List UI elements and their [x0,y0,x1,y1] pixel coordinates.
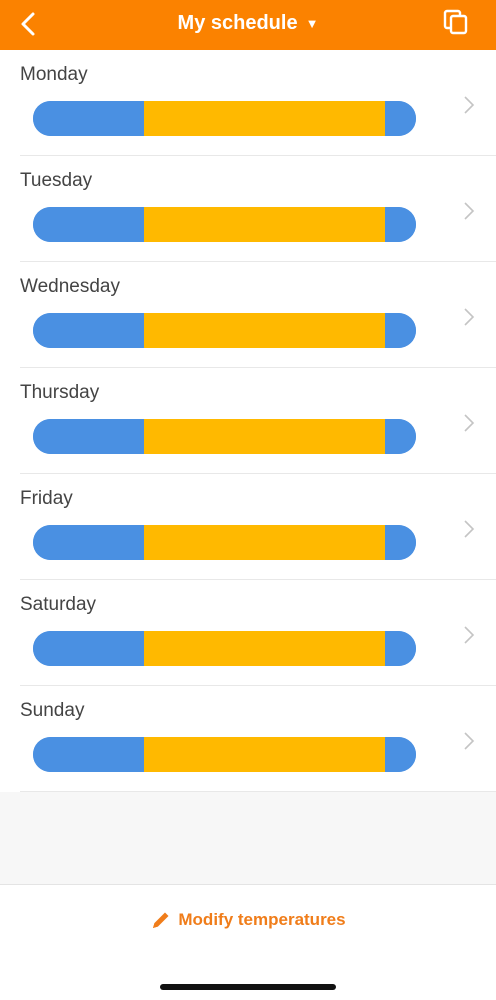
row-divider [20,791,496,792]
schedule-segment-warm [144,419,386,454]
day-row[interactable]: Wednesday [0,262,496,368]
pencil-icon [153,912,169,928]
schedule-bar [33,207,416,242]
chevron-right-icon [464,626,475,644]
schedule-bar [33,313,416,348]
schedule-segment-warm [144,525,386,560]
schedule-segment-cold [385,419,416,454]
day-name: Monday [20,64,88,85]
modify-temperatures-button[interactable]: Modify temperatures [0,903,496,937]
schedule-selector[interactable]: My schedule ▼ [0,0,496,46]
day-row[interactable]: Saturday [0,580,496,686]
day-name: Friday [20,488,73,509]
schedule-bar [33,737,416,772]
schedule-bar [33,101,416,136]
day-name: Tuesday [20,170,93,191]
modify-temperatures-label: Modify temperatures [178,910,346,929]
day-name: Wednesday [20,276,120,297]
chevron-right-icon [464,520,475,538]
schedule-segment-warm [144,737,386,772]
day-row[interactable]: Monday [0,50,496,156]
day-name: Thursday [20,382,100,403]
copy-icon[interactable] [442,8,470,36]
day-list: Monday Tuesday Wednesday Thursday Friday Satu… [0,50,496,792]
day-row[interactable]: Friday [0,474,496,580]
schedule-segment-cold [385,207,416,242]
schedule-segment-cold [33,207,145,242]
page-title: My schedule [177,11,298,34]
chevron-right-icon [464,202,475,220]
app-header: My schedule ▼ [0,0,496,50]
day-row[interactable]: Sunday [0,686,496,792]
day-row[interactable]: Thursday [0,368,496,474]
schedule-segment-cold [33,313,145,348]
schedule-segment-cold [385,631,416,666]
schedule-segment-cold [385,737,416,772]
schedule-bar [33,419,416,454]
footer-bar: Modify temperatures [0,884,496,1000]
chevron-right-icon [464,308,475,326]
chevron-right-icon [464,414,475,432]
schedule-segment-cold [33,737,145,772]
schedule-bar [33,631,416,666]
schedule-segment-warm [144,101,386,136]
day-name: Saturday [20,594,97,615]
chevron-right-icon [464,732,475,750]
schedule-segment-warm [144,631,386,666]
schedule-bar [33,525,416,560]
chevron-right-icon [464,96,475,114]
schedule-segment-warm [144,313,386,348]
schedule-segment-cold [33,525,145,560]
schedule-segment-cold [385,101,416,136]
home-indicator [160,984,336,990]
schedule-segment-cold [385,313,416,348]
day-name: Sunday [20,700,85,721]
schedule-segment-cold [33,631,145,666]
schedule-segment-cold [385,525,416,560]
schedule-segment-cold [33,101,145,136]
schedule-segment-cold [33,419,145,454]
day-row[interactable]: Tuesday [0,156,496,262]
schedule-segment-warm [144,207,386,242]
caret-down-icon: ▼ [305,15,319,31]
